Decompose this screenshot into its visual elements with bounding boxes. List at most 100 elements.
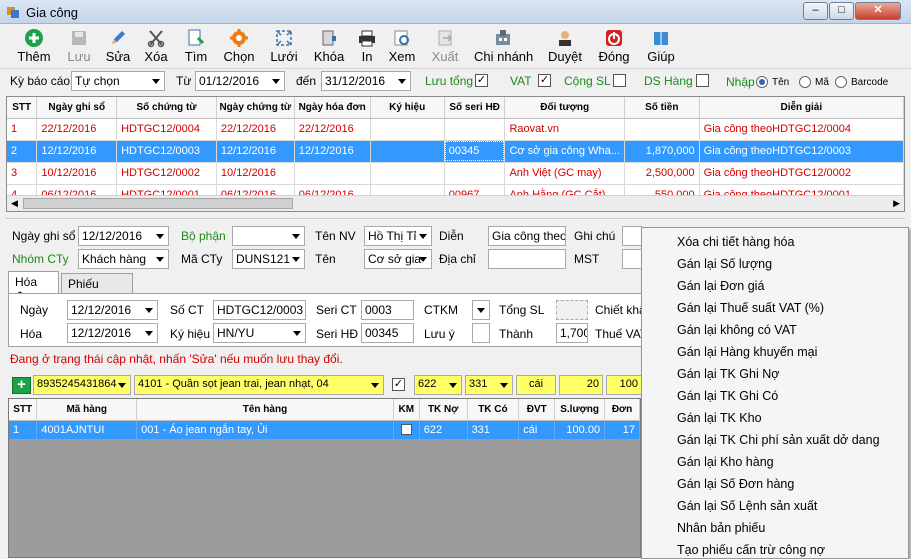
col-doi-tuong[interactable]: Đối tượng	[504, 97, 625, 119]
qty-input[interactable]: 20	[559, 375, 603, 395]
ghi-chu-input[interactable]	[622, 226, 642, 246]
col-km[interactable]: KM	[393, 399, 420, 421]
ds-hang-checkbox[interactable]	[696, 74, 709, 87]
km-row-checkbox[interactable]	[400, 424, 412, 436]
help-button[interactable]: Giúp	[646, 28, 676, 68]
branch-button[interactable]: Chi nhánh	[474, 28, 533, 68]
scroll-thumb[interactable]	[23, 198, 293, 209]
tu-date-picker[interactable]: 01/12/2016	[195, 71, 285, 91]
menu-item-gan-don-gia[interactable]: Gán lại Đơn giá	[677, 279, 764, 293]
ctkm-select[interactable]	[472, 300, 490, 320]
hoa-don-date-picker[interactable]: 12/12/2016	[67, 323, 158, 343]
ten-cty-select[interactable]: Cơ sở gia	[364, 249, 432, 269]
scroll-left-icon[interactable]: ◀	[11, 198, 18, 209]
delete-button[interactable]: Xóa	[142, 28, 170, 68]
menu-item-gan-kho-hang[interactable]: Gán lại Kho hàng	[677, 455, 774, 469]
so-ct-input[interactable]: HDTGC12/0003	[213, 300, 306, 320]
export-button[interactable]: Xuất	[429, 28, 461, 68]
ngay-ghi-so-picker[interactable]: 12/12/2016	[78, 226, 169, 246]
ky-bao-cao-select[interactable]: Tự chọn	[71, 71, 165, 91]
table-row[interactable]: 1 22/12/2016 HDTGC12/0004 22/12/2016 22/…	[7, 118, 904, 141]
radio-ma[interactable]	[799, 76, 811, 88]
cong-sl-checkbox[interactable]	[613, 74, 626, 87]
dvt-input[interactable]: cái	[516, 375, 556, 395]
grid-button[interactable]: Lưới	[269, 28, 299, 68]
col-ten-hang[interactable]: Tên hàng	[136, 399, 394, 421]
menu-item-gan-lenh-sx[interactable]: Gán lại Số Lệnh sản xuất	[677, 499, 817, 513]
menu-item-gan-tk-chi-phi[interactable]: Gán lại TK Chi phí sản xuất dở dang	[677, 433, 880, 447]
col-tk-co[interactable]: TK Có	[467, 399, 520, 421]
ky-hieu-select[interactable]: HN/YU	[213, 323, 306, 343]
close-form-button[interactable]: Đóng	[597, 28, 631, 68]
km-checkbox[interactable]: ✓	[392, 378, 405, 391]
edit-button[interactable]: Sửa	[104, 28, 132, 68]
dia-chi-input[interactable]	[488, 249, 566, 269]
nhom-cty-select[interactable]: Khách hàng	[78, 249, 169, 269]
approve-button[interactable]: Duyệt	[547, 28, 583, 68]
luu-y-input[interactable]	[472, 323, 490, 343]
preview-button[interactable]: Xem	[387, 28, 417, 68]
menu-item-gan-so-don-hang[interactable]: Gán lại Số Đơn hàng	[677, 477, 794, 491]
scroll-right-icon[interactable]: ▶	[893, 198, 900, 209]
menu-item-nhan-ban[interactable]: Nhân bản phiếu	[677, 521, 765, 535]
find-button[interactable]: Tìm	[182, 28, 210, 68]
close-button[interactable]: ✕	[855, 2, 901, 20]
seri-ct-input[interactable]: 0003	[361, 300, 414, 320]
menu-item-tao-phieu-can-tru[interactable]: Tạo phiếu cấn trừ công nợ	[677, 543, 825, 557]
col-dien-giai[interactable]: Diễn giải	[699, 97, 904, 119]
menu-item-gan-so-luong[interactable]: Gán lại Số lượng	[677, 257, 772, 271]
km-cell[interactable]	[393, 420, 420, 439]
vat-checkbox[interactable]: ✓	[538, 74, 551, 87]
menu-item-xoa-chi-tiet[interactable]: Xóa chi tiết hàng hóa	[677, 235, 794, 249]
horizontal-scrollbar[interactable]: ◀ ▶	[7, 195, 904, 211]
menu-item-gan-tk-co[interactable]: Gán lại TK Ghi Có	[677, 389, 778, 403]
tab-hoa-don[interactable]: Hóa đơn	[8, 271, 59, 303]
col-ngay-ghi-so[interactable]: Ngày ghi sổ	[36, 97, 118, 119]
bo-phan-select[interactable]	[232, 226, 305, 246]
luu-tong-checkbox[interactable]: ✓	[475, 74, 488, 87]
tk-co-select[interactable]: 331	[465, 375, 513, 395]
col-ma-hang[interactable]: Mã hàng	[36, 399, 138, 421]
col-tk-no[interactable]: TK Nợ	[419, 399, 468, 421]
col-so-tien[interactable]: Số tiền	[624, 97, 700, 119]
print-button[interactable]: In	[355, 28, 379, 68]
maximize-button[interactable]: □	[829, 2, 854, 20]
add-button[interactable]: Thêm	[14, 28, 54, 68]
col-so-chung-tu[interactable]: Số chứng từ	[116, 97, 217, 119]
radio-ten[interactable]	[756, 76, 768, 88]
menu-item-gan-hang-km[interactable]: Gán lại Hàng khuyến mại	[677, 345, 817, 359]
table-row-selected[interactable]: 1 4001AJNTUI 001 - Áo jean ngắn tay, Ủi …	[9, 420, 640, 439]
lock-button[interactable]: Khóa	[313, 28, 345, 68]
ten-nv-select[interactable]: Hồ Thị Tỉ	[364, 226, 432, 246]
table-row-selected[interactable]: 2 12/12/2016 HDTGC12/0003 12/12/2016 12/…	[7, 140, 904, 163]
col-so-luong[interactable]: S.lượng	[554, 399, 606, 421]
barcode-select[interactable]: 8935245431864	[33, 375, 131, 395]
menu-item-gan-thue-suat[interactable]: Gán lại Thuế suất VAT (%)	[677, 301, 824, 315]
col-stt[interactable]: STT	[7, 97, 38, 119]
col-ky-hieu[interactable]: Ký hiệu	[370, 97, 445, 119]
table-row[interactable]: 3 10/12/2016 HDTGC12/0002 10/12/2016 Anh…	[7, 162, 904, 185]
price-input[interactable]: 100	[606, 375, 642, 395]
den-date-picker[interactable]: 31/12/2016	[321, 71, 411, 91]
menu-item-gan-tk-kho[interactable]: Gán lại TK Kho	[677, 411, 762, 425]
save-button[interactable]: Lưu	[64, 28, 94, 68]
select-button[interactable]: Chọn	[222, 28, 256, 68]
minimize-button[interactable]: –	[803, 2, 828, 20]
dien-giai-input[interactable]: Gia công theoH	[488, 226, 566, 246]
seri-hd-input[interactable]: 00345	[361, 323, 414, 343]
radio-barcode[interactable]	[835, 76, 847, 88]
add-row-button[interactable]: +	[12, 377, 31, 394]
col-don-gia[interactable]: Đơn	[604, 399, 640, 421]
col-ngay-chung-tu[interactable]: Ngày chứng từ	[216, 97, 295, 119]
tk-no-select[interactable]: 622	[414, 375, 462, 395]
col-dvt[interactable]: ĐVT	[518, 399, 556, 421]
col-ngay-hoa-don[interactable]: Ngày hóa đơn	[294, 97, 371, 119]
mst-input[interactable]	[622, 249, 642, 269]
col-stt[interactable]: STT	[9, 399, 38, 421]
ma-cty-select[interactable]: DUNS121	[232, 249, 305, 269]
item-select[interactable]: 4101 - Quần sọt jean trai, jean nhạt, 04	[134, 375, 384, 395]
tab-phieu-nhap[interactable]: Phiếu nhập	[61, 273, 133, 305]
col-so-seri-hd[interactable]: Số seri HĐ	[444, 97, 506, 119]
menu-item-gan-tk-no[interactable]: Gán lại TK Ghi Nợ	[677, 367, 779, 381]
menu-item-gan-khong-vat[interactable]: Gán lại không có VAT	[677, 323, 797, 337]
